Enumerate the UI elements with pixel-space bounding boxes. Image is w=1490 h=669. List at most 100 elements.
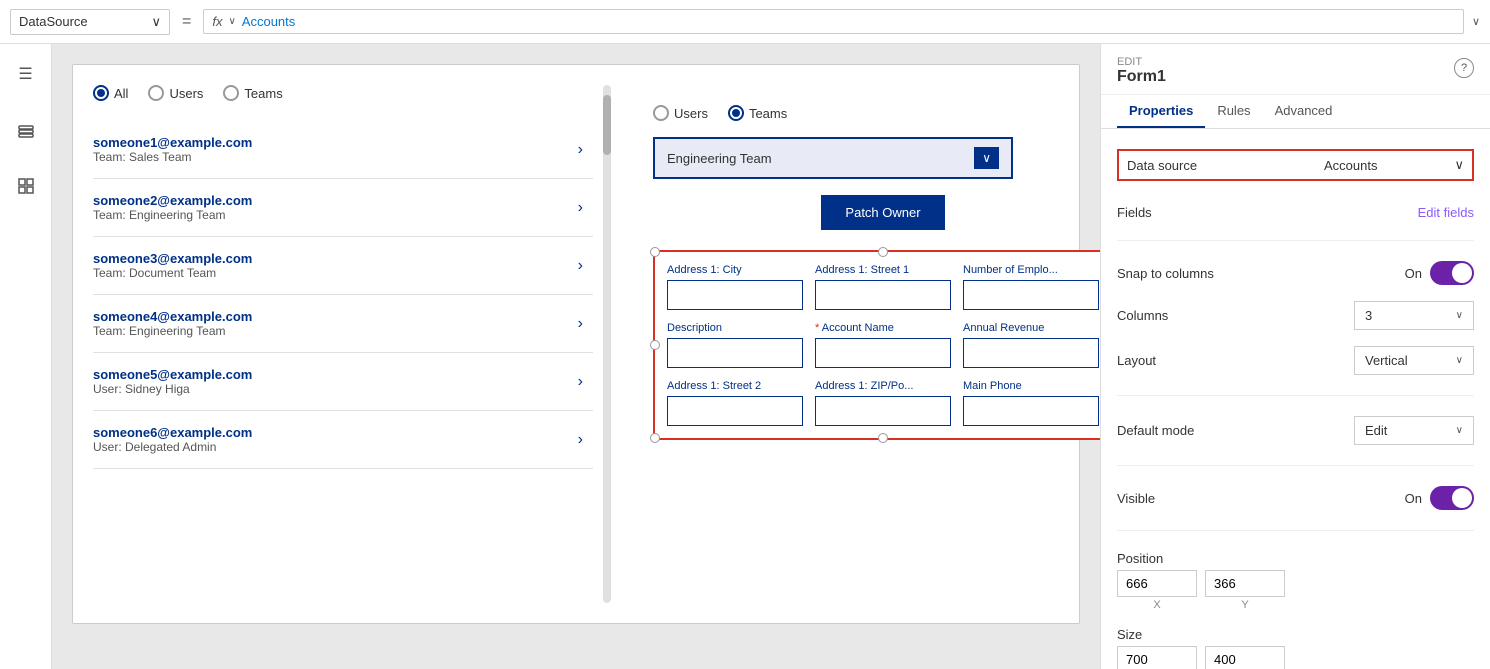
inner-radio-teams[interactable]: Teams bbox=[728, 105, 787, 121]
inner-radio-teams-label: Teams bbox=[749, 106, 787, 121]
default-mode-dropdown[interactable]: Edit ∨ bbox=[1354, 416, 1474, 445]
radio-users-label: Users bbox=[169, 86, 203, 101]
field-address-street1-input[interactable] bbox=[815, 280, 951, 310]
resize-handle-bl[interactable] bbox=[650, 433, 660, 443]
position-y-group: Y bbox=[1205, 570, 1285, 611]
resize-handle-ml[interactable] bbox=[650, 340, 660, 350]
field-address-street1: Address 1: Street 1 bbox=[815, 264, 951, 310]
list-item-chevron-icon: › bbox=[578, 199, 583, 217]
fx-chevron-icon: ∨ bbox=[228, 16, 235, 27]
left-sidebar: ☰ bbox=[0, 44, 52, 669]
field-main-phone-input[interactable] bbox=[963, 396, 1099, 426]
field-num-employees: Number of Emplo... bbox=[963, 264, 1099, 310]
radio-users[interactable]: Users bbox=[148, 85, 203, 101]
size-width-input[interactable] bbox=[1117, 646, 1197, 669]
resize-handle-tc[interactable] bbox=[878, 247, 888, 257]
position-y-input[interactable] bbox=[1205, 570, 1285, 597]
visible-row: Visible On bbox=[1117, 486, 1474, 510]
list-item[interactable]: someone6@example.com User: Delegated Adm… bbox=[93, 411, 593, 469]
layers-icon[interactable] bbox=[8, 112, 44, 148]
position-x-label: X bbox=[1117, 599, 1197, 611]
list-item-primary: someone2@example.com bbox=[93, 193, 252, 208]
radio-teams[interactable]: Teams bbox=[223, 85, 282, 101]
field-address-zip-input[interactable] bbox=[815, 396, 951, 426]
snap-to-columns-value: On bbox=[1405, 266, 1422, 281]
edit-fields-link[interactable]: Edit fields bbox=[1418, 205, 1474, 220]
field-address-city-label: Address 1: City bbox=[667, 264, 803, 276]
formula-bar[interactable]: fx ∨ Accounts bbox=[203, 9, 1464, 34]
datasource-dropdown[interactable]: Accounts ∨ bbox=[1324, 157, 1464, 173]
layout-row: Layout Vertical ∨ bbox=[1117, 346, 1474, 375]
list-item-chevron-icon: › bbox=[578, 257, 583, 275]
help-icon[interactable]: ? bbox=[1454, 58, 1474, 78]
size-width-group: Width bbox=[1117, 646, 1197, 669]
snap-to-columns-toggle[interactable] bbox=[1430, 261, 1474, 285]
team-dropdown[interactable]: Engineering Team ∨ bbox=[653, 137, 1013, 179]
default-mode-dropdown-value: Edit bbox=[1365, 423, 1387, 438]
list-item[interactable]: someone3@example.com Team: Document Team… bbox=[93, 237, 593, 295]
panel-tabs: Properties Rules Advanced bbox=[1101, 95, 1490, 129]
position-inputs: X Y bbox=[1117, 570, 1474, 611]
field-annual-revenue: Annual Revenue bbox=[963, 322, 1099, 368]
radio-all-label: All bbox=[114, 86, 128, 101]
position-y-label: Y bbox=[1205, 599, 1285, 611]
patch-owner-button[interactable]: Patch Owner bbox=[821, 195, 944, 230]
visible-value-label: On bbox=[1405, 491, 1422, 506]
datasource-select[interactable]: DataSource ∨ bbox=[10, 9, 170, 35]
tab-properties[interactable]: Properties bbox=[1117, 95, 1205, 128]
field-main-phone: Main Phone bbox=[963, 380, 1099, 426]
form-grid: Address 1: City Address 1: Street 1 Numb… bbox=[667, 264, 1099, 426]
list-item[interactable]: someone1@example.com Team: Sales Team › bbox=[93, 121, 593, 179]
list-item-chevron-icon: › bbox=[578, 315, 583, 333]
position-row: Position X Y bbox=[1117, 551, 1474, 611]
radio-teams-circle bbox=[223, 85, 239, 101]
layout-dropdown[interactable]: Vertical ∨ bbox=[1354, 346, 1474, 375]
size-label: Size bbox=[1117, 627, 1474, 642]
hamburger-icon[interactable]: ☰ bbox=[8, 56, 44, 92]
size-height-group: Height bbox=[1205, 646, 1285, 669]
resize-handle-tl[interactable] bbox=[650, 247, 660, 257]
layout-label: Layout bbox=[1117, 353, 1156, 368]
field-address-street2-input[interactable] bbox=[667, 396, 803, 426]
size-row: Size Width Height bbox=[1117, 627, 1474, 669]
list-item[interactable]: someone5@example.com User: Sidney Higa › bbox=[93, 353, 593, 411]
radio-all[interactable]: All bbox=[93, 85, 128, 101]
list-item-secondary: Team: Engineering Team bbox=[93, 324, 252, 338]
list-item[interactable]: someone2@example.com Team: Engineering T… bbox=[93, 179, 593, 237]
columns-label: Columns bbox=[1117, 308, 1168, 323]
size-height-input[interactable] bbox=[1205, 646, 1285, 669]
radio-users-circle bbox=[148, 85, 164, 101]
field-address-city-input[interactable] bbox=[667, 280, 803, 310]
tab-rules[interactable]: Rules bbox=[1205, 95, 1262, 128]
field-num-employees-input[interactable] bbox=[963, 280, 1099, 310]
field-address-street2-label: Address 1: Street 2 bbox=[667, 380, 803, 392]
visible-toggle[interactable] bbox=[1430, 486, 1474, 510]
field-description-input[interactable] bbox=[667, 338, 803, 368]
tab-advanced[interactable]: Advanced bbox=[1263, 95, 1345, 128]
list-item-primary: someone4@example.com bbox=[93, 309, 252, 324]
list-item-text: someone3@example.com Team: Document Team bbox=[93, 251, 252, 280]
inner-panel: Users Teams Engineering Team ∨ Patch Own… bbox=[633, 85, 1100, 460]
list-item-primary: someone6@example.com bbox=[93, 425, 252, 440]
datasource-row: Data source Accounts ∨ bbox=[1117, 149, 1474, 181]
field-account-name-input[interactable] bbox=[815, 338, 951, 368]
grid-icon[interactable] bbox=[8, 168, 44, 204]
field-address-street1-label: Address 1: Street 1 bbox=[815, 264, 951, 276]
default-mode-row: Default mode Edit ∨ bbox=[1117, 416, 1474, 445]
datasource-label: DataSource bbox=[19, 14, 88, 29]
list-item-primary: someone3@example.com bbox=[93, 251, 252, 266]
scrollbar-thumb[interactable] bbox=[603, 95, 611, 155]
list-item[interactable]: someone4@example.com Team: Engineering T… bbox=[93, 295, 593, 353]
position-x-input[interactable] bbox=[1117, 570, 1197, 597]
size-inputs: Width Height bbox=[1117, 646, 1474, 669]
columns-dropdown-chevron-icon: ∨ bbox=[1456, 310, 1463, 321]
field-annual-revenue-input[interactable] bbox=[963, 338, 1099, 368]
top-bar: DataSource ∨ = fx ∨ Accounts ∨ bbox=[0, 0, 1490, 44]
columns-dropdown[interactable]: 3 ∨ bbox=[1354, 301, 1474, 330]
list-item-primary: someone5@example.com bbox=[93, 367, 252, 382]
toggle-track bbox=[1430, 261, 1474, 285]
resize-handle-bc[interactable] bbox=[878, 433, 888, 443]
inner-radio-users[interactable]: Users bbox=[653, 105, 708, 121]
visible-label: Visible bbox=[1117, 491, 1155, 506]
default-mode-label: Default mode bbox=[1117, 423, 1194, 438]
